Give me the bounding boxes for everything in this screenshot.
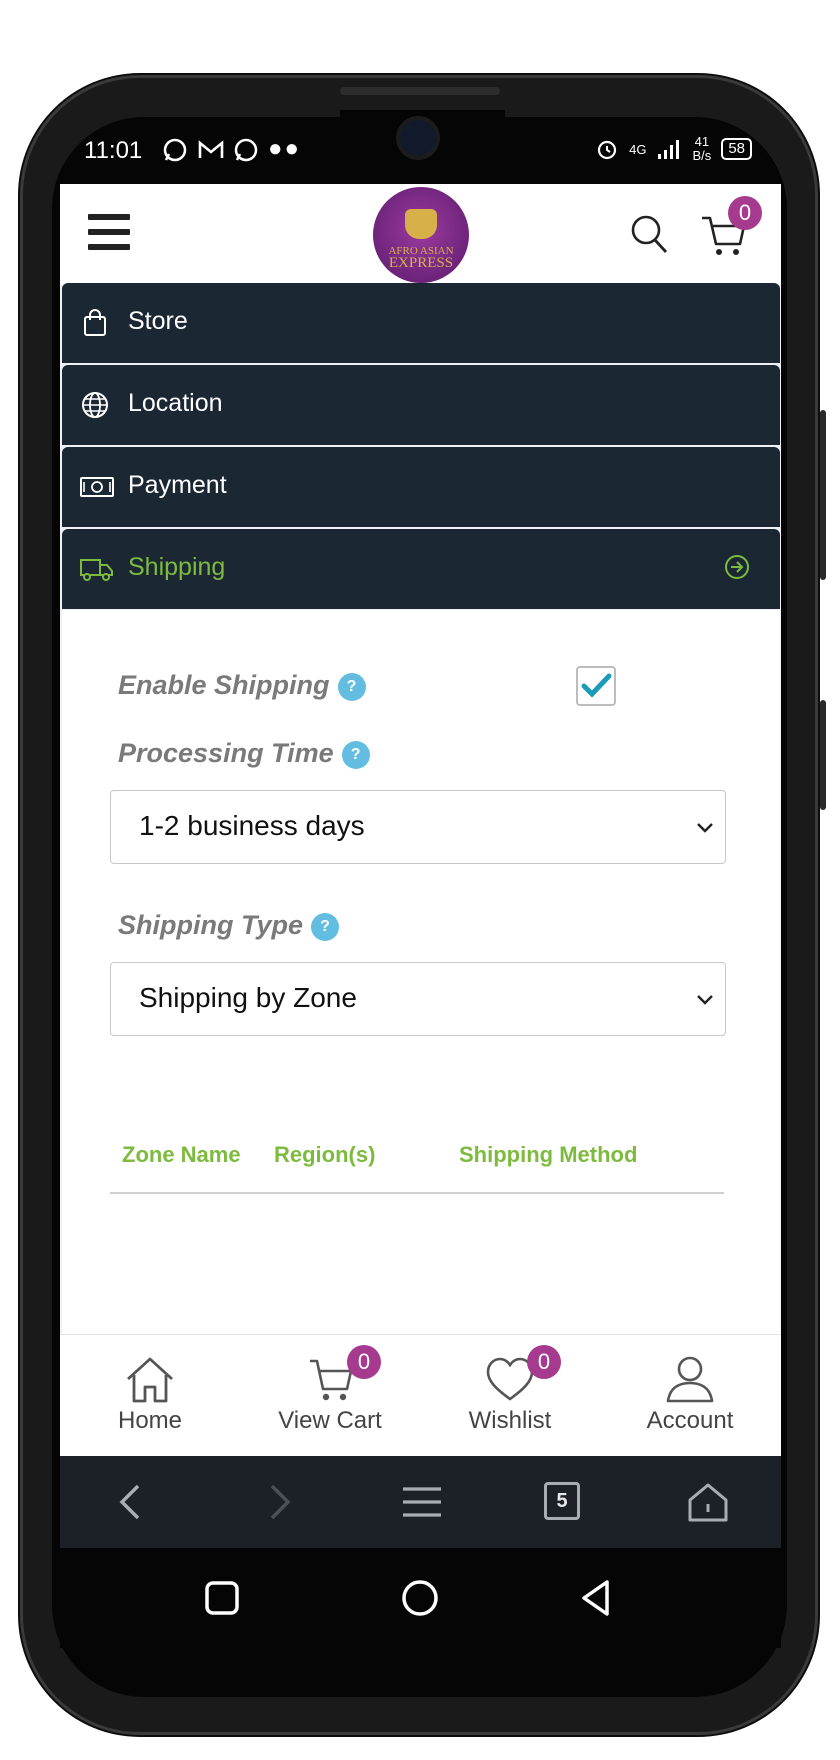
processing-time-label: Processing Time? (118, 738, 370, 769)
front-camera (400, 120, 436, 156)
processing-time-text: Processing Time (118, 738, 334, 768)
help-icon[interactable]: ? (341, 740, 370, 769)
shipping-type-text: Shipping Type (118, 910, 303, 940)
chevron-down-icon (697, 823, 713, 833)
tabs-count: 5 (556, 1490, 568, 1512)
accordion-location[interactable]: Location (62, 365, 780, 445)
processing-time-value: 1-2 business days (139, 810, 365, 841)
accordion-store[interactable]: Store (62, 283, 780, 363)
accordion-location-label: Location (128, 389, 223, 417)
nav-view-cart[interactable]: 0 View Cart (240, 1335, 420, 1453)
table-header-shipping-method: Shipping Method (459, 1142, 638, 1167)
table-divider (110, 1192, 724, 1194)
menu-icon[interactable] (88, 214, 130, 252)
app-header: AFRO ASIAN EXPRESS 0 (60, 184, 781, 285)
notification-icons: ●● (162, 135, 301, 163)
accordion-payment-label: Payment (128, 471, 227, 499)
logo-text: AFRO ASIAN EXPRESS (373, 245, 469, 271)
brand-logo[interactable]: AFRO ASIAN EXPRESS (373, 187, 469, 283)
table-header-zone-name: Zone Name (122, 1142, 241, 1167)
table-header-regions: Region(s) (274, 1142, 376, 1167)
recent-apps-icon[interactable] (202, 1578, 242, 1618)
nav-view-cart-label: View Cart (278, 1407, 382, 1434)
help-icon[interactable]: ? (311, 912, 339, 941)
menu-lines-icon[interactable] (400, 1480, 444, 1524)
enable-shipping-label: Enable Shipping? (118, 670, 366, 701)
checkmark-icon (581, 673, 612, 698)
header-cart-badge: 0 (728, 196, 762, 230)
shipping-type-value: Shipping by Zone (139, 982, 357, 1013)
help-icon[interactable]: ? (337, 672, 366, 701)
nav-cart-badge: 0 (347, 1345, 381, 1379)
accordion-shipping-label: Shipping (128, 553, 226, 581)
nav-account[interactable]: Account (600, 1335, 780, 1453)
net-speed-value: 41 (694, 134, 710, 149)
earpiece-speaker (340, 87, 500, 95)
forward-icon[interactable] (256, 1480, 300, 1524)
system-nav-bar (60, 1548, 781, 1648)
network-type: 4G (629, 141, 647, 157)
chevron-down-icon (697, 995, 713, 1005)
cash-icon (80, 477, 114, 497)
gmail-icon (198, 139, 223, 158)
alarm-icon (598, 140, 617, 160)
home-circle-icon[interactable] (400, 1578, 440, 1618)
app-screen: AFRO ASIAN EXPRESS 0 Store Location Paym… (60, 184, 781, 1456)
nav-wishlist-badge: 0 (527, 1345, 561, 1379)
enable-shipping-text: Enable Shipping (118, 670, 330, 700)
nav-wishlist-label: Wishlist (468, 1407, 552, 1434)
browser-toolbar: 5 (60, 1456, 781, 1548)
status-right: 4G 41 B/s 58 (595, 135, 752, 163)
truck-icon (80, 559, 113, 581)
shipping-type-label: Shipping Type? (118, 910, 339, 941)
shopping-bag-icon (84, 309, 106, 336)
signal-icon (657, 140, 679, 159)
shipping-panel: Enable Shipping? Processing Time? 1-2 bu… (62, 610, 780, 1338)
processing-time-select[interactable]: 1-2 business days (110, 790, 726, 864)
more-notifications: ●● (268, 135, 302, 162)
nav-wishlist[interactable]: 0 Wishlist (420, 1335, 600, 1453)
battery-indicator: 58 (721, 138, 752, 160)
net-speed-unit: B/s (692, 148, 712, 163)
system-back-icon[interactable] (576, 1578, 616, 1618)
bottom-nav: Home 0 View Cart 0 Wishlist Account (60, 1334, 781, 1456)
shipping-type-select[interactable]: Shipping by Zone (110, 962, 726, 1036)
accordion-payment[interactable]: Payment (62, 447, 780, 527)
home-icon (127, 1357, 173, 1403)
user-icon (666, 1356, 714, 1403)
whatsapp-icon (163, 138, 187, 161)
arrow-circle-right-icon (725, 555, 749, 579)
nav-home[interactable]: Home (60, 1335, 240, 1453)
nav-home-label: Home (117, 1407, 183, 1434)
accordion-shipping[interactable]: Shipping (62, 529, 780, 609)
net-speed: 41 B/s (693, 135, 712, 163)
whatsapp-icon-2 (235, 138, 258, 161)
status-time: 11:01 (84, 137, 143, 164)
logo-pot-graphic (405, 209, 437, 239)
search-icon[interactable] (630, 214, 668, 254)
nav-account-label: Account (646, 1407, 734, 1434)
accordion-store-label: Store (128, 307, 188, 335)
enable-shipping-checkbox[interactable] (576, 666, 616, 706)
back-icon[interactable] (110, 1480, 154, 1524)
browser-home-icon[interactable] (686, 1480, 730, 1524)
logo-line-2: EXPRESS (388, 255, 454, 271)
globe-icon (82, 392, 108, 418)
tabs-count-button[interactable]: 5 (544, 1482, 580, 1520)
